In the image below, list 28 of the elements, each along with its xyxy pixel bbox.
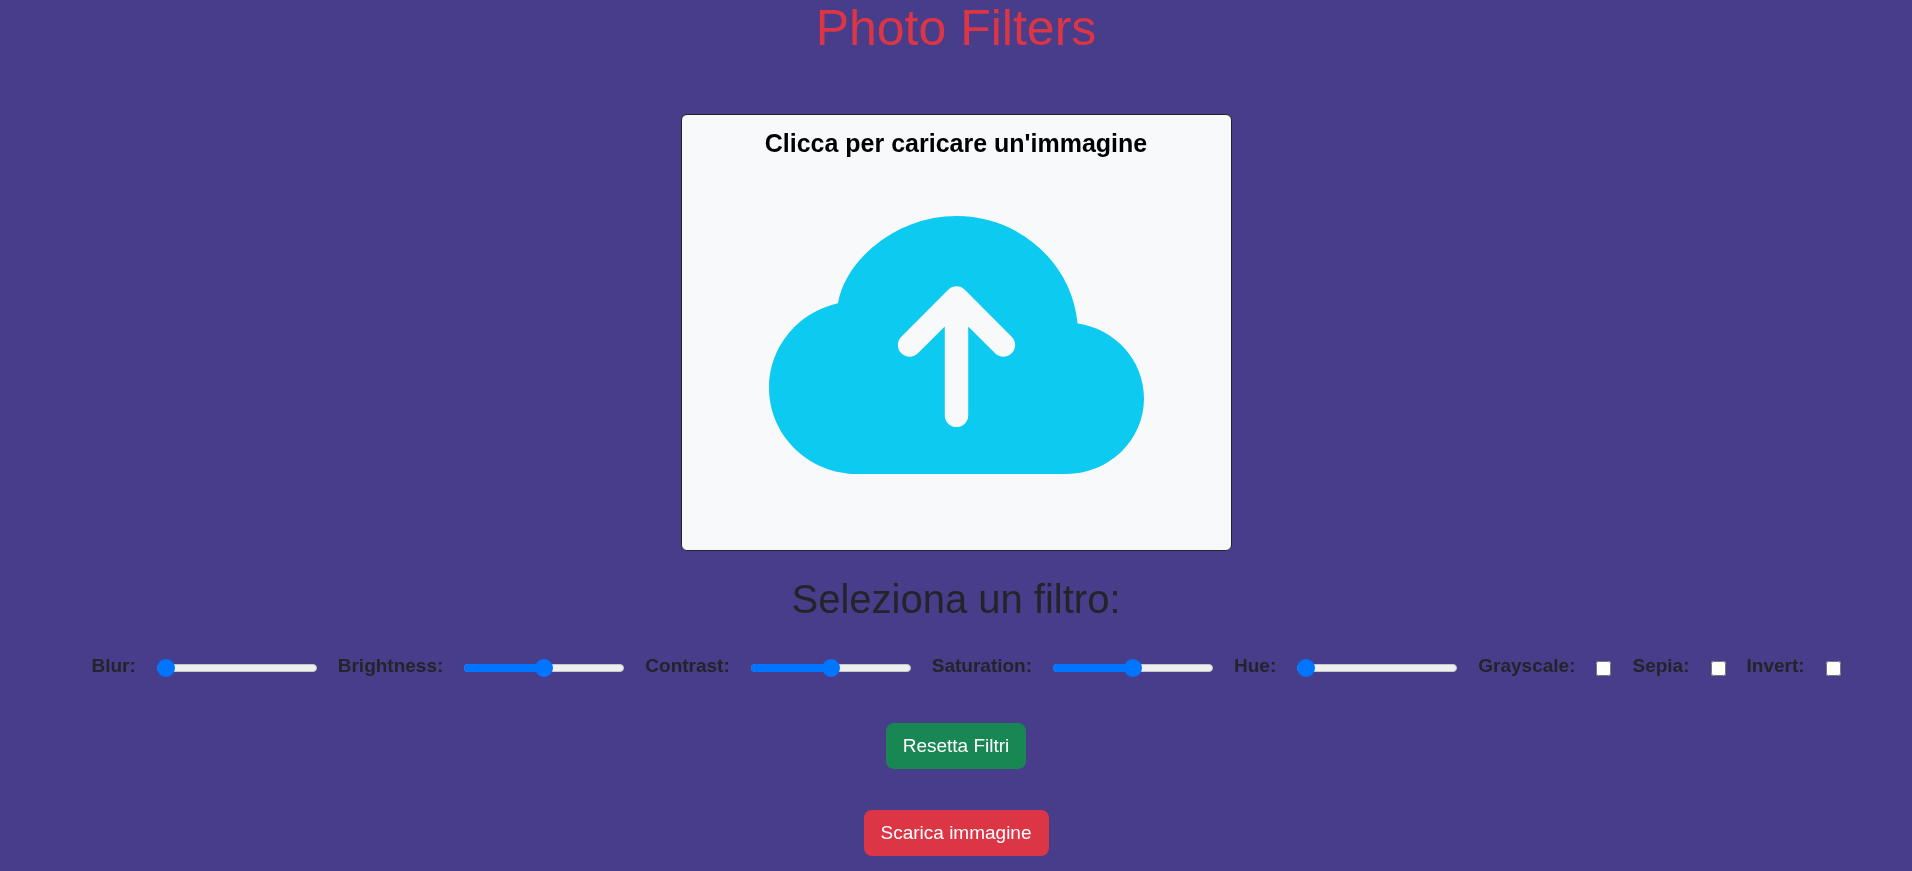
filter-label: Grayscale: [1478, 654, 1576, 678]
checkbox[interactable] [1825, 660, 1841, 676]
slider[interactable] [464, 659, 625, 677]
filter-label: Brightness: [337, 654, 444, 678]
slider-thumb[interactable] [1297, 659, 1316, 677]
filter-label: Invert: [1746, 654, 1805, 678]
slider[interactable] [750, 659, 911, 677]
checkbox[interactable] [1710, 660, 1726, 676]
download-button[interactable]: Scarica immagine [863, 810, 1049, 856]
checkbox[interactable] [1596, 660, 1612, 676]
upload-dropzone[interactable]: Clicca per caricare un'immagine [680, 114, 1232, 551]
upload-prompt: Clicca per caricare un'immagine [764, 128, 1148, 158]
slider[interactable] [1053, 659, 1214, 677]
slider-thumb[interactable] [156, 659, 175, 677]
page-title: Photo Filters [815, 0, 1097, 56]
filter-label: Hue: [1234, 654, 1277, 678]
filter-label: Blur: [91, 654, 136, 678]
cloud-upload-icon [768, 216, 1144, 474]
slider-thumb[interactable] [535, 659, 554, 677]
section-heading: Seleziona un filtro: [791, 576, 1121, 623]
slider-thumb[interactable] [821, 659, 840, 677]
filter-label: Sepia: [1632, 654, 1690, 678]
filter-label: Contrast: [645, 654, 730, 678]
slider-thumb[interactable] [1124, 659, 1143, 677]
filter-label: Saturation: [931, 654, 1033, 678]
slider[interactable] [156, 659, 317, 677]
reset-button[interactable]: Resetta Filtri [885, 723, 1027, 769]
slider[interactable] [1297, 659, 1458, 677]
